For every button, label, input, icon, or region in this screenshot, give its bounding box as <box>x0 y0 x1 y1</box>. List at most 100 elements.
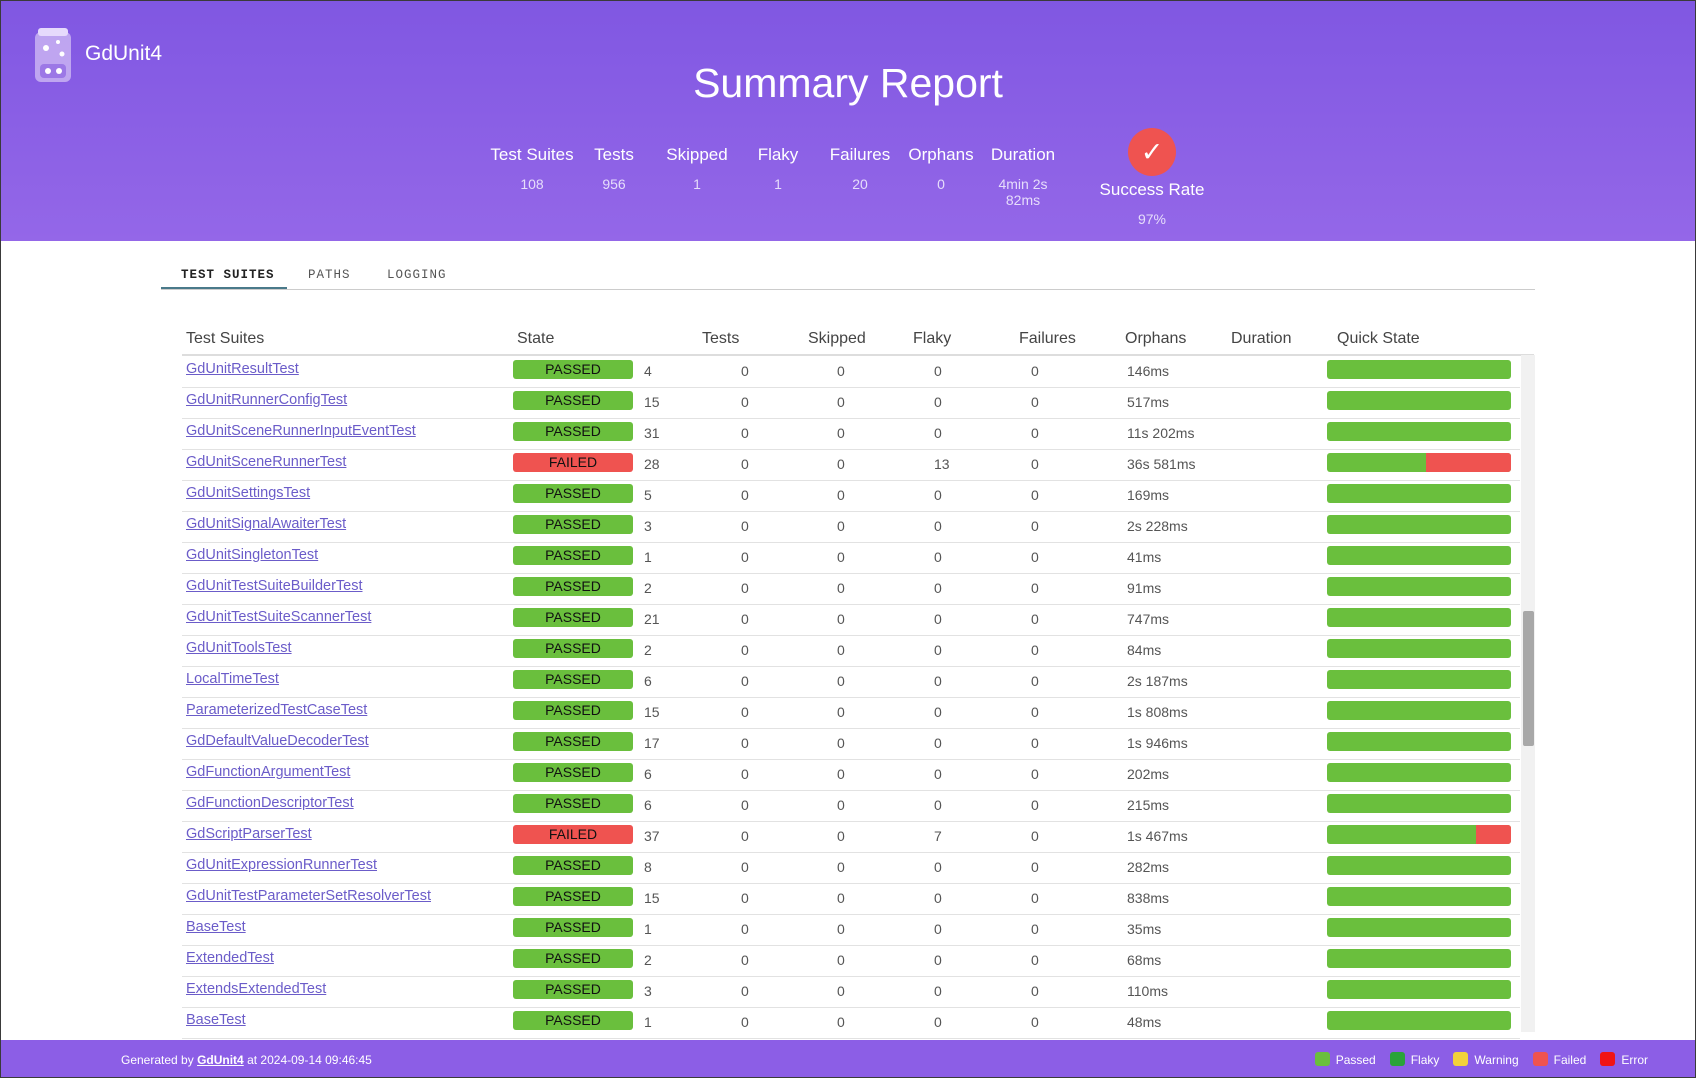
tab-logging[interactable]: LOGGING <box>387 268 447 282</box>
flaky-cell: 0 <box>837 983 845 999</box>
skipped-cell: 0 <box>741 642 749 658</box>
tests-cell: 1 <box>644 921 652 937</box>
column-header[interactable]: Skipped <box>808 330 866 348</box>
suite-link[interactable]: LocalTimeTest <box>186 671 279 687</box>
skipped-cell: 0 <box>741 859 749 875</box>
table-scrollbar[interactable] <box>1521 355 1535 1032</box>
table-row: GdUnitSettingsTest PASSED 5 0 0 0 0 169ms <box>182 480 1520 512</box>
table-row: GdUnitSignalAwaiterTest PASSED 3 0 0 0 0 2s 228… <box>182 511 1520 543</box>
flaky-cell: 0 <box>837 797 845 813</box>
failures-cell: 0 <box>934 549 942 565</box>
orphans-cell: 0 <box>1031 456 1039 472</box>
table-row: BaseTest PASSED 1 0 0 0 0 35ms <box>182 914 1520 946</box>
tests-cell: 8 <box>644 859 652 875</box>
tests-cell: 15 <box>644 394 660 410</box>
legend-label: Warning <box>1474 1053 1519 1067</box>
status-badge: PASSED <box>513 391 633 410</box>
status-badge: PASSED <box>513 701 633 720</box>
flaky-cell: 0 <box>837 766 845 782</box>
flaky-cell: 0 <box>837 363 845 379</box>
suite-link[interactable]: GdDefaultValueDecoderTest <box>186 733 369 749</box>
suite-link[interactable]: BaseTest <box>186 1012 246 1028</box>
tests-cell: 21 <box>644 611 660 627</box>
legend-label: Error <box>1621 1053 1648 1067</box>
column-header[interactable]: Flaky <box>913 330 951 348</box>
suite-link[interactable]: GdUnitRunnerConfigTest <box>186 392 347 408</box>
flaky-cell: 0 <box>837 456 845 472</box>
status-badge: PASSED <box>513 794 633 813</box>
quick-state-bar <box>1327 701 1511 720</box>
orphans-cell: 0 <box>1031 890 1039 906</box>
tab-paths[interactable]: PATHS <box>308 268 351 282</box>
failures-cell: 0 <box>934 983 942 999</box>
suite-link[interactable]: ExtendedTest <box>186 950 274 966</box>
suite-link[interactable]: GdUnitSceneRunnerInputEventTest <box>186 423 416 439</box>
suite-link[interactable]: ExtendsExtendedTest <box>186 981 326 997</box>
generated-timestamp: at 2024-09-14 09:46:45 <box>247 1053 372 1067</box>
flaky-cell: 0 <box>837 611 845 627</box>
suite-link[interactable]: GdUnitSceneRunnerTest <box>186 454 346 470</box>
success-rate-value: 97% <box>1137 211 1167 227</box>
column-header[interactable]: Tests <box>702 330 739 348</box>
duration-cell: 2s 228ms <box>1127 518 1188 534</box>
failures-cell: 0 <box>934 1014 942 1030</box>
status-badge: FAILED <box>513 825 633 844</box>
gdunit4-link[interactable]: GdUnit4 <box>197 1053 244 1067</box>
stat-value: 4min 2s 82ms <box>998 176 1048 208</box>
status-badge: PASSED <box>513 360 633 379</box>
tests-cell: 17 <box>644 735 660 751</box>
column-header[interactable]: Duration <box>1231 330 1291 348</box>
orphans-cell: 0 <box>1031 1014 1039 1030</box>
suite-link[interactable]: GdUnitExpressionRunnerTest <box>186 857 377 873</box>
quick-state-bar <box>1327 670 1511 689</box>
generated-prefix: Generated by <box>121 1053 194 1067</box>
orphans-cell: 0 <box>1031 549 1039 565</box>
generated-info: Generated by GdUnit4 at 2024-09-14 09:46… <box>121 1053 372 1067</box>
suite-link[interactable]: GdUnitSettingsTest <box>186 485 310 501</box>
skipped-cell: 0 <box>741 828 749 844</box>
suite-link[interactable]: GdFunctionDescriptorTest <box>186 795 354 811</box>
orphans-cell: 0 <box>1031 921 1039 937</box>
suite-link[interactable]: GdUnitToolsTest <box>186 640 292 656</box>
suite-link[interactable]: GdUnitTestParameterSetResolverTest <box>186 888 431 904</box>
suite-link[interactable]: ParameterizedTestCaseTest <box>186 702 367 718</box>
suite-link[interactable]: GdUnitSignalAwaiterTest <box>186 516 346 532</box>
flaky-cell: 0 <box>837 704 845 720</box>
quick-state-bar <box>1327 763 1511 782</box>
scrollbar-thumb[interactable] <box>1523 611 1534 746</box>
status-badge: PASSED <box>513 732 633 751</box>
quick-state-failed-segment <box>1425 453 1511 472</box>
flaky-cell: 0 <box>837 828 845 844</box>
suite-link[interactable]: GdFunctionArgumentTest <box>186 764 350 780</box>
tests-cell: 1 <box>644 1014 652 1030</box>
table-row: BaseTest PASSED 1 0 0 0 0 48ms <box>182 1007 1520 1039</box>
suite-link[interactable]: GdUnitTestSuiteScannerTest <box>186 609 371 625</box>
column-header[interactable]: Orphans <box>1125 330 1186 348</box>
table-row: ExtendsExtendedTest PASSED 3 0 0 0 0 110ms <box>182 976 1520 1008</box>
column-header[interactable]: State <box>517 330 554 348</box>
quick-state-failed-segment <box>1476 825 1511 844</box>
suite-link[interactable]: GdUnitSingletonTest <box>186 547 318 563</box>
legend-swatch <box>1600 1052 1616 1066</box>
status-badge: PASSED <box>513 577 633 596</box>
tab-test-suites[interactable]: TEST SUITES <box>181 268 275 282</box>
flaky-cell: 0 <box>837 952 845 968</box>
column-header[interactable]: Failures <box>1019 330 1076 348</box>
skipped-cell: 0 <box>741 766 749 782</box>
status-badge: PASSED <box>513 670 633 689</box>
table-row: GdUnitTestSuiteBuilderTest PASSED 2 0 0 0 0 91m… <box>182 573 1520 605</box>
tests-cell: 15 <box>644 704 660 720</box>
failures-cell: 0 <box>934 766 942 782</box>
column-header[interactable]: Quick State <box>1337 330 1420 348</box>
suite-link[interactable]: GdUnitResultTest <box>186 361 299 377</box>
suite-link[interactable]: GdUnitTestSuiteBuilderTest <box>186 578 363 594</box>
status-badge: PASSED <box>513 856 633 875</box>
failures-cell: 7 <box>934 828 942 844</box>
status-badge: PASSED <box>513 546 633 565</box>
suite-link[interactable]: GdScriptParserTest <box>186 826 312 842</box>
failures-cell: 0 <box>934 518 942 534</box>
column-header[interactable]: Test Suites <box>186 330 264 348</box>
status-badge: PASSED <box>513 608 633 627</box>
page-title: Summary Report <box>693 60 1003 106</box>
suite-link[interactable]: BaseTest <box>186 919 246 935</box>
